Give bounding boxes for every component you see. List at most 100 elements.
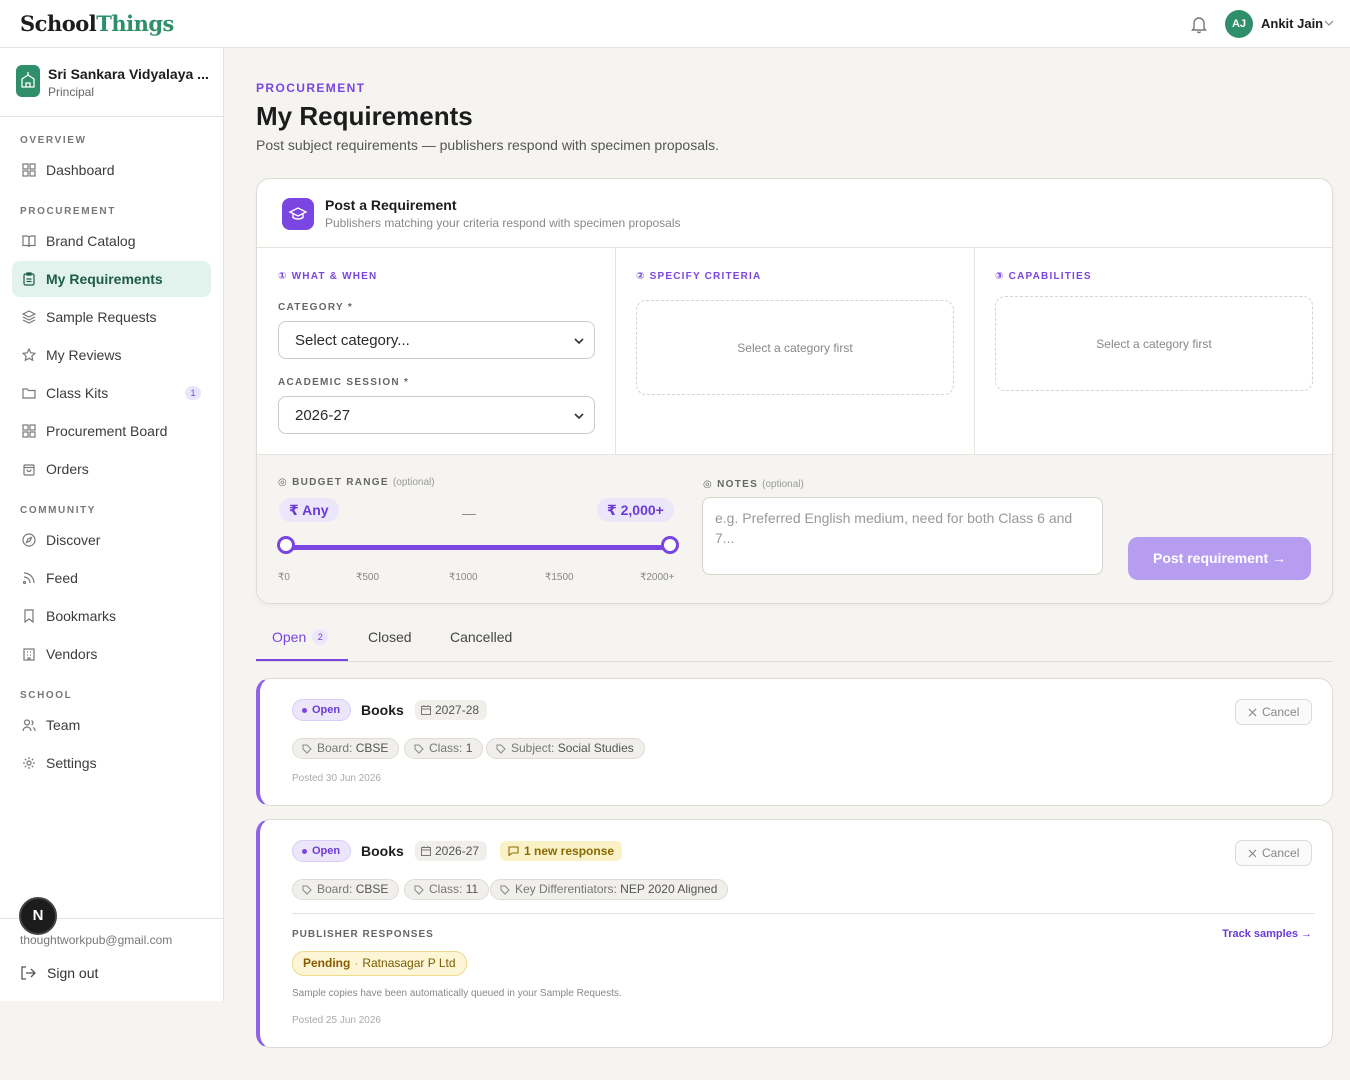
criteria-tag: Key Differentiators: NEP 2020 Aligned [490,879,729,900]
budget-slider-track[interactable] [286,545,670,550]
sidebar-item-bookmarks[interactable]: Bookmarks [12,598,211,634]
session-chip: 2026-27 [415,841,488,861]
academic-session-select[interactable]: 2026-27 [278,396,595,434]
budget-max-value: ₹ 2,000+ [597,498,674,522]
page-eyebrow: PROCUREMENT [256,81,366,95]
capabilities-placeholder-box: Select a category first [995,296,1313,391]
sidebar-item-label: Procurement Board [46,423,168,439]
sidebar-item-brand-catalog[interactable]: Brand Catalog [12,223,211,259]
chevron-down-icon [574,338,584,345]
budget-max-handle[interactable] [661,536,679,554]
step-capabilities: ③ CAPABILITIES [995,271,1092,282]
sidebar-item-orders[interactable]: Orders [12,451,211,487]
notes-label: ◎ NOTES (optional) [703,479,804,490]
divider [292,913,1315,914]
tag-icon [496,744,506,754]
publisher-response-pill[interactable]: Pending · Ratnasagar P Ltd [292,951,467,976]
post-requirement-button[interactable]: Post requirement → [1128,537,1311,580]
requirement-tabs: Open 2 Closed Cancelled [256,618,1333,662]
calendar-icon [421,846,431,856]
budget-range-label: ◎ BUDGET RANGE (optional) [278,477,435,488]
sidebar-item-my-reviews[interactable]: My Reviews [12,337,211,373]
school-switcher[interactable]: Sri Sankara Vidyalaya ... Principal [0,48,223,117]
section-community: COMMUNITY [20,505,97,516]
tag-icon [414,744,424,754]
sidebar-item-team[interactable]: Team [12,707,211,743]
step-what-when: ① WHAT & WHEN [278,271,378,282]
post-card-subtitle: Publishers matching your criteria respon… [325,216,681,230]
publisher-responses-label: PUBLISHER RESPONSES [292,929,434,940]
post-requirement-card: Post a Requirement Publishers matching y… [256,178,1333,604]
tab-cancelled[interactable]: Cancelled [450,629,512,645]
sidebar-item-procurement-board[interactable]: Procurement Board [12,413,211,449]
gear-icon [23,757,35,769]
session-chip: 2027-28 [415,700,488,720]
sidebar-item-label: Team [46,717,81,733]
slider-tick: ₹500 [356,572,380,583]
layers-icon [22,310,36,324]
track-samples-link[interactable]: Track samples → [1222,928,1312,940]
active-tab-indicator [256,659,348,661]
sidebar-item-vendors[interactable]: Vendors [12,636,211,672]
sidebar-item-discover[interactable]: Discover [12,522,211,558]
category-label: CATEGORY * [278,302,354,313]
chevron-down-icon[interactable] [1324,18,1334,28]
sidebar-item-label: Brand Catalog [46,233,136,249]
school-name: Sri Sankara Vidyalaya ... [48,66,209,82]
chevron-down-icon [574,413,584,420]
user-name[interactable]: Ankit Jain [1261,16,1323,31]
slider-tick: ₹1000 [449,572,478,583]
sidebar-item-dashboard[interactable]: Dashboard [12,152,211,188]
sidebar-item-label: Class Kits [46,385,109,401]
school-role: Principal [48,85,95,99]
graduation-cap-icon [282,198,314,230]
sidebar-item-label: Vendors [46,646,98,662]
posted-date: Posted 30 Jun 2026 [292,773,381,784]
user-email: thoughtworkpub@gmail.com [20,933,173,947]
sidebar-item-label: Sample Requests [46,309,157,325]
sidebar-item-feed[interactable]: Feed [12,560,211,596]
tab-open[interactable]: Open 2 [272,629,329,645]
page-subtitle: Post subject requirements — publishers r… [256,137,720,153]
shopping-bag-icon [23,464,35,476]
building-icon [23,648,35,661]
sidebar-item-my-requirements[interactable]: My Requirements [12,261,211,297]
app-logo[interactable]: SchoolThings [20,11,174,36]
criteria-tag: Subject: Social Studies [486,738,645,759]
requirement-card: Open Books 2027-28 Cancel Board: CBSE Cl… [256,678,1333,806]
close-icon [1248,849,1257,858]
sidebar-item-label: Settings [46,755,97,771]
sidebar-item-label: Discover [46,532,101,548]
sidebar-item-label: Feed [46,570,78,586]
sidebar-item-settings[interactable]: Settings [12,745,211,781]
sidebar-item-class-kits[interactable]: Class Kits 1 [12,375,211,411]
column-divider [615,248,616,454]
notification-bell-icon[interactable] [1189,14,1209,34]
count-badge: 1 [185,386,201,400]
star-icon [22,348,36,362]
notes-textarea[interactable]: e.g. Preferred English medium, need for … [702,497,1103,575]
budget-notes-section: ◎ BUDGET RANGE (optional) ₹ Any — ₹ 2,00… [257,454,1332,603]
criteria-tag: Board: CBSE [292,738,400,759]
calendar-icon [421,705,431,715]
budget-min-handle[interactable] [277,536,295,554]
range-separator: — [462,505,476,521]
criteria-tag: Class: 11 [404,879,490,900]
post-card-title: Post a Requirement [325,197,457,213]
users-icon [22,719,36,732]
category-select[interactable]: Select category... [278,321,595,359]
cancel-button[interactable]: Cancel [1235,699,1312,725]
cancel-button[interactable]: Cancel [1235,840,1312,866]
sidebar-item-sample-requests[interactable]: Sample Requests [12,299,211,335]
bookmark-icon [24,609,34,623]
tab-closed[interactable]: Closed [368,629,412,645]
user-avatar[interactable]: AJ [1225,10,1253,38]
requirement-type: Books [361,843,404,859]
tag-icon [414,885,424,895]
academic-session-label: ACADEMIC SESSION * [278,377,410,388]
sidebar: Sri Sankara Vidyalaya ... Principal OVER… [0,48,224,1001]
divider [257,247,1332,248]
grid-icon [22,163,36,177]
dev-tools-badge[interactable]: N [19,897,57,935]
sign-out-label: Sign out [47,965,99,981]
